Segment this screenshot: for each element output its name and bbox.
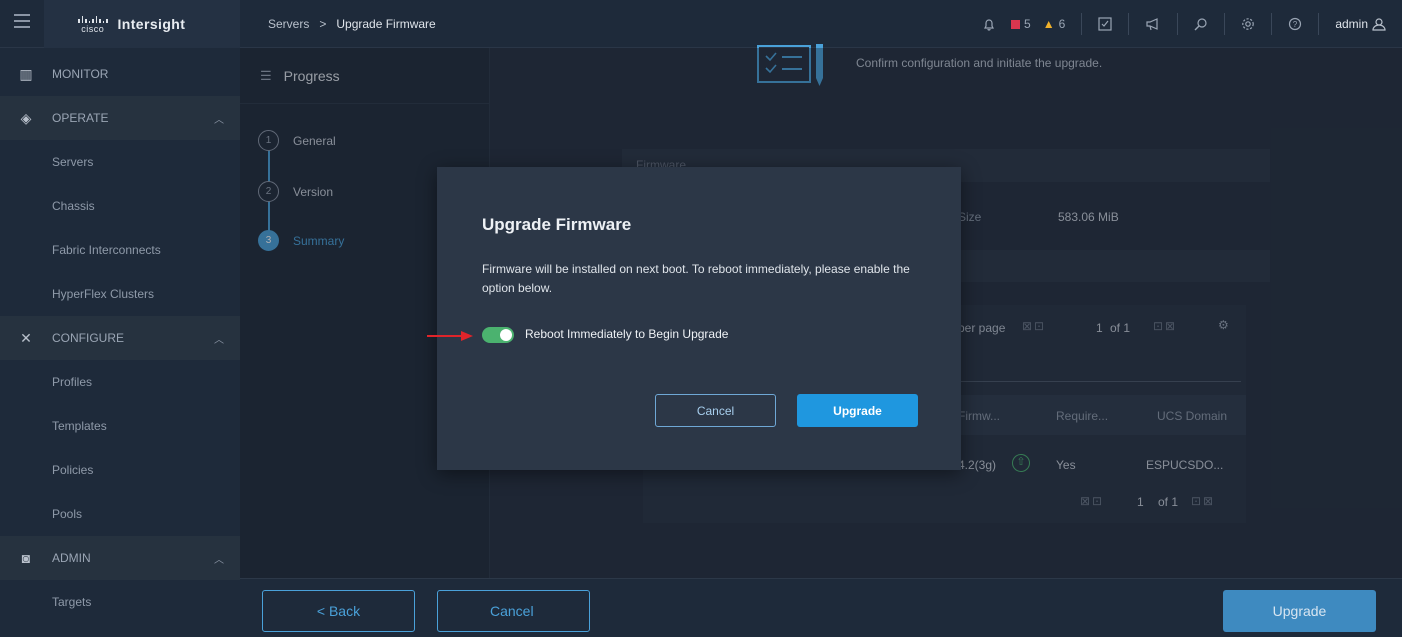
bell-icon[interactable] [983, 18, 995, 31]
sidebar-item-configure[interactable]: ✕ CONFIGURE ︿ [0, 316, 240, 360]
help-icon: ? [1289, 17, 1302, 31]
warning-alert-icon: ▲ [1042, 17, 1055, 31]
dialog-cancel-button[interactable]: Cancel [655, 394, 776, 427]
upgrade-firmware-dialog: Upgrade Firmware Firmware will be instal… [437, 167, 961, 470]
svg-text:?: ? [1293, 20, 1298, 29]
sidebar-item-label: Targets [52, 595, 92, 609]
monitor-icon: ▥ [19, 65, 33, 82]
announcements-button[interactable] [1128, 13, 1177, 35]
sidebar-item-servers[interactable]: Servers [0, 140, 240, 184]
search-icon [1194, 18, 1207, 31]
sidebar-item-templates[interactable]: Templates [0, 404, 240, 448]
sidebar-item-admin[interactable]: ◙ ADMIN ︿ [0, 536, 240, 580]
warning-alert-count[interactable]: 6 [1059, 17, 1066, 31]
sidebar: ▥ MONITOR ◈ OPERATE ︿ Servers Chassis Fa… [0, 48, 240, 637]
dialog-title: Upgrade Firmware [482, 215, 632, 234]
app-name: Intersight [117, 16, 186, 32]
sidebar-item-label: Pools [52, 507, 83, 521]
alerts-group[interactable]: 5 ▲ 6 [967, 13, 1081, 35]
sidebar-item-chassis[interactable]: Chassis [0, 184, 240, 228]
wizard-footer: < Back Cancel Upgrade [240, 578, 1402, 637]
red-arrow-annotation-icon [427, 331, 473, 341]
top-toolbar: 5 ▲ 6 ? admin [967, 0, 1402, 48]
dialog-upgrade-button[interactable]: Upgrade [797, 394, 918, 427]
sidebar-item-label: Policies [52, 463, 94, 477]
sidebar-item-label: CONFIGURE [52, 331, 124, 345]
sidebar-item-label: Servers [52, 155, 94, 169]
toggle-knob [500, 329, 512, 341]
upgrade-button[interactable]: Upgrade [1223, 590, 1376, 632]
sidebar-item-label: ADMIN [52, 551, 91, 565]
cancel-button[interactable]: Cancel [437, 590, 590, 632]
breadcrumb-servers[interactable]: Servers [268, 17, 309, 31]
sidebar-item-profiles[interactable]: Profiles [0, 360, 240, 404]
sidebar-item-operate[interactable]: ◈ OPERATE ︿ [0, 96, 240, 140]
chevron-up-icon: ︿ [214, 554, 224, 566]
user-name: admin [1335, 17, 1368, 31]
reboot-toggle-label: Reboot Immediately to Begin Upgrade [525, 327, 729, 341]
cisco-logo-icon: cisco [78, 15, 108, 34]
user-icon [1372, 18, 1386, 31]
cisco-wordmark: cisco [81, 23, 105, 34]
breadcrumb: Servers > Upgrade Firmware [268, 17, 436, 31]
search-button[interactable] [1177, 13, 1224, 35]
tasks-button[interactable] [1081, 13, 1128, 35]
sidebar-item-pools[interactable]: Pools [0, 492, 240, 536]
breadcrumb-separator: > [319, 17, 327, 31]
sidebar-item-label: OPERATE [52, 111, 109, 125]
operate-icon: ◈ [20, 109, 32, 126]
breadcrumb-current: Upgrade Firmware [336, 17, 436, 31]
sidebar-item-label: MONITOR [52, 67, 109, 81]
megaphone-icon [1146, 18, 1158, 31]
gear-icon [1242, 18, 1255, 30]
sidebar-item-targets[interactable]: Targets [0, 580, 240, 624]
sidebar-item-policies[interactable]: Policies [0, 448, 240, 492]
sidebar-item-hyperflex-clusters[interactable]: HyperFlex Clusters [0, 272, 240, 316]
back-button[interactable]: < Back [262, 590, 415, 632]
hamburger-menu-icon[interactable] [14, 14, 30, 28]
top-bar: cisco Intersight Servers > Upgrade Firmw… [0, 0, 1402, 48]
tasks-icon [1098, 17, 1112, 31]
admin-icon: ◙ [21, 550, 31, 566]
chevron-up-icon: ︿ [214, 114, 224, 126]
sidebar-item-label: HyperFlex Clusters [52, 287, 155, 301]
sidebar-item-monitor[interactable]: ▥ MONITOR [0, 52, 240, 96]
chevron-up-icon: ︿ [214, 334, 224, 346]
critical-alert-count[interactable]: 5 [1024, 17, 1031, 31]
user-menu[interactable]: admin [1318, 13, 1402, 35]
help-button[interactable]: ? [1271, 13, 1318, 35]
app-logo[interactable]: cisco Intersight [44, 0, 240, 48]
reboot-toggle[interactable] [482, 327, 514, 343]
sidebar-item-fabric-interconnects[interactable]: Fabric Interconnects [0, 228, 240, 272]
sidebar-item-label: Chassis [52, 199, 95, 213]
dialog-message: Firmware will be installed on next boot.… [482, 262, 910, 295]
configure-icon: ✕ [20, 329, 32, 346]
sidebar-item-label: Templates [52, 419, 107, 433]
sidebar-item-label: Profiles [52, 375, 93, 389]
sidebar-item-label: Fabric Interconnects [52, 243, 161, 257]
critical-alert-icon [1011, 19, 1021, 29]
settings-button[interactable] [1224, 13, 1271, 35]
